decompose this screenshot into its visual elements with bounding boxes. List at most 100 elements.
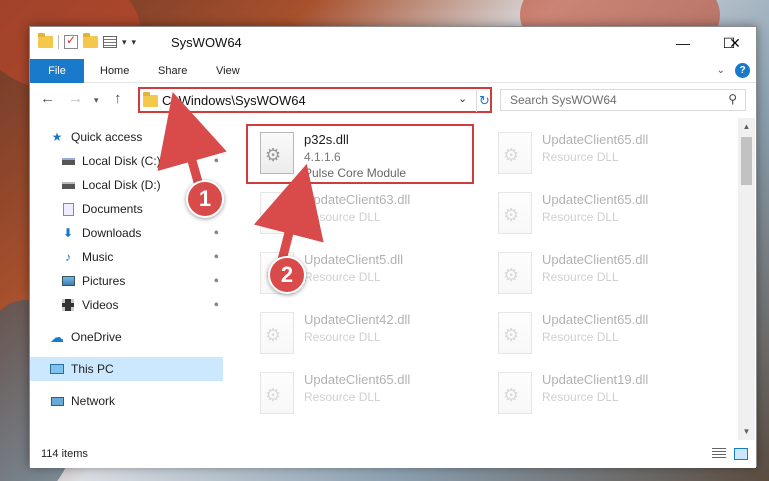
search-icon[interactable]: ⚲ — [728, 92, 737, 106]
pin-icon[interactable]: ● — [211, 299, 222, 310]
sidebar-item-local-disk-c[interactable]: Local Disk (C:) ● — [61, 149, 223, 173]
step-two-badge: 2 — [268, 256, 306, 294]
explorer-window: ▾ ▾ SysWOW64 — ☐ ✕ File Home Share View … — [29, 26, 758, 468]
tab-file[interactable]: File — [30, 59, 84, 83]
sidebar-item-label: OneDrive — [71, 330, 122, 344]
sidebar-item-label: Music — [82, 250, 114, 264]
sidebar-item-pictures[interactable]: Pictures ● — [61, 269, 223, 293]
sidebar-item-this-pc[interactable]: This PC — [30, 357, 223, 381]
gear-icon: ⚙ — [503, 145, 520, 165]
sidebar-item-label: Videos — [82, 298, 119, 312]
tab-share[interactable]: Share — [158, 59, 187, 83]
file-item[interactable]: ⚙ UpdateClient63.dll Resource DLL — [250, 184, 480, 238]
scroll-down-icon[interactable]: ▼ — [738, 423, 755, 440]
file-name: UpdateClient65.dll — [542, 132, 649, 147]
file-highlight-box — [246, 124, 474, 184]
pin-icon[interactable]: ● — [211, 251, 222, 262]
file-name: UpdateClient63.dll — [304, 192, 411, 207]
dll-file-icon: ⚙ — [260, 372, 294, 414]
file-item[interactable]: ⚙ UpdateClient65.dll Resource DLL — [488, 184, 718, 238]
navigation-bar: ← → ▾ ↑ C:\Windows\SysWOW64 ⌄ ↻ ⚲ — [30, 84, 756, 118]
chevron-down-icon[interactable]: ⌄ — [458, 92, 467, 105]
folder-icon — [38, 33, 53, 48]
dll-file-icon: ⚙ — [498, 132, 532, 174]
window-title: SysWOW64 — [171, 35, 242, 50]
forward-arrow-icon[interactable]: → — [68, 90, 83, 107]
videos-icon — [61, 298, 75, 312]
file-name: UpdateClient65.dll — [542, 252, 649, 267]
view-options-icon[interactable] — [103, 36, 117, 48]
dll-file-icon: ⚙ — [498, 192, 532, 234]
sidebar-item-label: Documents — [82, 202, 143, 216]
pin-icon[interactable]: ● — [211, 155, 222, 166]
file-name: UpdateClient19.dll — [542, 372, 649, 387]
sidebar-item-onedrive[interactable]: ☁ OneDrive — [50, 325, 223, 349]
file-name: UpdateClient65.dll — [542, 312, 649, 327]
sidebar-item-music[interactable]: ♪ Music ● — [61, 245, 223, 269]
file-item[interactable]: ⚙ UpdateClient65.dll Resource DLL — [488, 304, 718, 358]
sidebar-item-network[interactable]: Network — [50, 389, 223, 413]
file-type: Resource DLL — [542, 270, 619, 284]
gear-icon: ⚙ — [265, 325, 282, 345]
refresh-icon[interactable]: ↻ — [476, 90, 492, 112]
back-arrow-icon[interactable]: ← — [40, 90, 55, 107]
file-type: Resource DLL — [542, 150, 619, 164]
scrollbar-thumb[interactable] — [741, 137, 752, 185]
minimize-button[interactable]: — — [660, 27, 706, 59]
drive-icon — [61, 178, 75, 192]
sidebar-item-downloads[interactable]: ⬇ Downloads ● — [61, 221, 223, 245]
new-folder-icon[interactable] — [83, 33, 98, 48]
drive-icon — [61, 154, 75, 168]
file-name: UpdateClient65.dll — [304, 372, 411, 387]
sidebar-item-label: Downloads — [82, 226, 142, 240]
large-icons-view-icon[interactable] — [734, 448, 748, 460]
file-type: Resource DLL — [304, 390, 381, 404]
expand-ribbon-icon[interactable]: ⌄ — [717, 65, 725, 76]
sidebar-item-label: Local Disk (C:) — [82, 154, 161, 168]
dll-file-icon: ⚙ — [498, 312, 532, 354]
address-path[interactable]: C:\Windows\SysWOW64 — [162, 93, 306, 108]
up-arrow-icon[interactable]: ↑ — [114, 90, 122, 107]
dll-file-icon: ⚙ — [498, 252, 532, 294]
dll-file-icon: ⚙ — [498, 372, 532, 414]
file-item[interactable]: ⚙ UpdateClient65.dll Resource DLL — [488, 124, 718, 178]
quick-access-toolbar: ▾ ▾ — [38, 33, 137, 49]
file-item[interactable]: ⚙ UpdateClient42.dll Resource DLL — [250, 304, 480, 358]
pin-icon[interactable]: ● — [211, 275, 222, 286]
sidebar-item-label: Pictures — [82, 274, 126, 288]
recent-locations-icon[interactable]: ▾ — [94, 95, 99, 106]
vertical-scrollbar[interactable]: ▲ ▼ — [738, 118, 755, 440]
cloud-icon: ☁ — [50, 328, 64, 345]
scroll-up-icon[interactable]: ▲ — [738, 118, 755, 135]
navigation-pane: ★ Quick access Local Disk (C:) ● Local D… — [30, 118, 226, 440]
file-type: Resource DLL — [542, 210, 619, 224]
close-button[interactable]: ✕ — [712, 27, 758, 59]
dll-file-icon: ⚙ — [260, 312, 294, 354]
properties-icon[interactable] — [64, 33, 78, 49]
pin-icon[interactable]: ● — [211, 227, 222, 238]
gear-icon: ⚙ — [503, 205, 520, 225]
customize-toolbar-icon[interactable]: ▾ — [132, 37, 137, 48]
sidebar-item-quick-access[interactable]: ★ Quick access — [50, 125, 223, 149]
tab-view[interactable]: View — [216, 59, 240, 83]
file-type: Resource DLL — [304, 270, 381, 284]
details-view-icon[interactable] — [712, 448, 726, 460]
download-icon: ⬇ — [62, 226, 74, 240]
folder-icon — [143, 92, 158, 107]
item-count: 114 items — [41, 448, 88, 460]
tab-home[interactable]: Home — [100, 59, 129, 83]
file-item[interactable]: ⚙ UpdateClient65.dll Resource DLL — [250, 364, 480, 418]
gear-icon: ⚙ — [265, 385, 282, 405]
help-icon[interactable]: ? — [735, 63, 750, 78]
search-input[interactable] — [501, 90, 711, 110]
file-name: UpdateClient65.dll — [542, 192, 649, 207]
search-box[interactable]: ⚲ — [500, 89, 746, 111]
address-bar[interactable]: C:\Windows\SysWOW64 ⌄ ↻ — [138, 87, 492, 113]
file-type: Resource DLL — [542, 330, 619, 344]
sidebar-item-videos[interactable]: Videos ● — [61, 293, 223, 317]
chevron-down-icon[interactable]: ▾ — [122, 37, 127, 48]
sidebar-item-label: Quick access — [71, 130, 143, 144]
file-item[interactable]: ⚙ UpdateClient19.dll Resource DLL — [488, 364, 718, 418]
file-item[interactable]: ⚙ UpdateClient65.dll Resource DLL — [488, 244, 718, 298]
sidebar-item-label: This PC — [71, 362, 114, 376]
